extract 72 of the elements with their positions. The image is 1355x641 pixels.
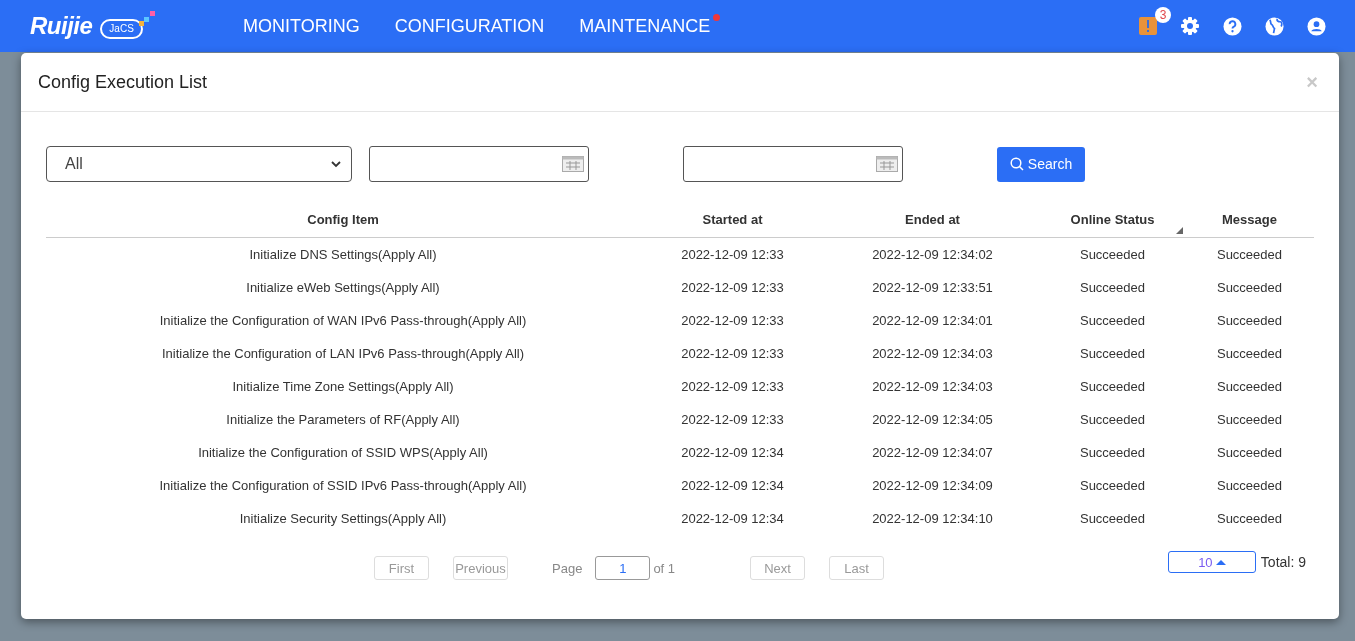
column-header[interactable]: Ended at (905, 211, 960, 227)
table-cell: Succeeded (1079, 313, 1146, 328)
table-cell: Succeeded (1216, 247, 1283, 262)
table-cell: 2022-12-09 12:33 (681, 346, 784, 361)
table-cell: 2022-12-09 12:33 (681, 280, 784, 295)
table-cell: Initialize the Parameters of RF(Apply All) (226, 412, 460, 427)
page-number-field[interactable]: 1 (595, 556, 651, 580)
globe-icon[interactable] (1265, 16, 1284, 36)
column-header[interactable]: Started at (702, 211, 763, 227)
table-cell: Initialize the Configuration of SSID IPv6 Pass-through(Apply All) (159, 478, 527, 493)
table-cell: Succeeded (1216, 346, 1283, 361)
table-cell: 2022-12-09 12:34:05 (872, 412, 993, 427)
table-cell: 2022-12-09 12:34 (681, 478, 784, 493)
table-cell: Succeeded (1216, 412, 1283, 427)
table-cell: Succeeded (1216, 379, 1283, 394)
page-size-dropdown[interactable]: 10 (1167, 551, 1256, 573)
chevron-down-icon (331, 160, 341, 168)
count-badge: 3 (1155, 7, 1171, 23)
table-cell: 2022-12-09 12:33 (681, 313, 784, 328)
user-icon[interactable] (1307, 16, 1326, 36)
start-date-field[interactable] (369, 146, 589, 182)
search-icon (1009, 157, 1024, 171)
nav-link[interactable]: MAINTENANCE (579, 15, 711, 37)
table-cell: Succeeded (1079, 478, 1146, 493)
table-cell: Succeeded (1079, 511, 1146, 526)
pixel-squares-icon (138, 11, 155, 27)
table-cell: 2022-12-09 12:34:09 (872, 478, 993, 493)
brand-logo-text: Ruijie (30, 12, 93, 40)
dialog-title: Config Execution List (38, 71, 208, 93)
table-cell: Initialize DNS Settings(Apply All) (249, 247, 437, 262)
help-icon[interactable] (1223, 16, 1242, 36)
end-date-field[interactable] (683, 146, 903, 182)
table-cell: Succeeded (1216, 511, 1283, 526)
table-cell: Succeeded (1216, 280, 1283, 295)
table-cell: 2022-12-09 12:34:03 (872, 379, 993, 394)
table-cell: Initialize the Configuration of SSID WPS(Apply All) (198, 445, 488, 460)
table-cell: 2022-12-09 12:33 (681, 412, 784, 427)
table-cell: Succeeded (1079, 346, 1146, 361)
table-cell: 2022-12-09 12:33 (681, 379, 784, 394)
table-cell: 2022-12-09 12:34 (681, 445, 784, 460)
settings-icon[interactable] (1180, 16, 1200, 36)
table-cell: Initialize Time Zone Settings(Apply All) (232, 379, 454, 394)
column-header[interactable]: Config Item (307, 211, 379, 227)
table-cell: Succeeded (1079, 280, 1146, 295)
table-cell: Succeeded (1216, 313, 1283, 328)
total-count: Total: 9 (1260, 554, 1306, 570)
table-cell: 2022-12-09 12:34:01 (872, 313, 993, 328)
table-cell: 2022-12-09 12:33:51 (872, 280, 993, 295)
search-button[interactable]: Search (997, 146, 1085, 182)
table-cell: Succeeded (1216, 445, 1283, 460)
column-header[interactable]: Online Status (1070, 211, 1155, 227)
table-cell: Initialize Security Settings(Apply All) (239, 511, 447, 526)
table-cell: Succeeded (1079, 379, 1146, 394)
table-cell: 2022-12-09 12:34:10 (872, 511, 993, 526)
page-count-label: of 1 (653, 560, 676, 576)
column-header[interactable]: Message (1222, 211, 1277, 227)
nav-link[interactable]: MONITORING (243, 15, 360, 37)
table-cell: 2022-12-09 12:34:03 (872, 346, 993, 361)
table-cell: 2022-12-09 12:33 (681, 247, 784, 262)
table-cell: Succeeded (1079, 445, 1146, 460)
table-cell: 2022-12-09 12:34:07 (872, 445, 993, 460)
type-dropdown[interactable]: All (46, 146, 352, 182)
table-cell: 2022-12-09 12:34 (681, 511, 784, 526)
table-cell: 2022-12-09 12:34:02 (872, 247, 993, 262)
table-cell: Initialize eWeb Settings(Apply All) (246, 280, 440, 295)
nav-link[interactable]: CONFIGURATION (394, 15, 545, 37)
table-cell: Initialize the Configuration of LAN IPv6 Pass-through(Apply All) (162, 346, 524, 361)
table-cell: Succeeded (1079, 412, 1146, 427)
table-cell: Initialize the Configuration of WAN IPv6 Pass-through(Apply All) (159, 313, 527, 328)
page-label: Page (552, 560, 583, 576)
table-cell: Succeeded (1216, 478, 1283, 493)
table-cell: Succeeded (1079, 247, 1146, 262)
